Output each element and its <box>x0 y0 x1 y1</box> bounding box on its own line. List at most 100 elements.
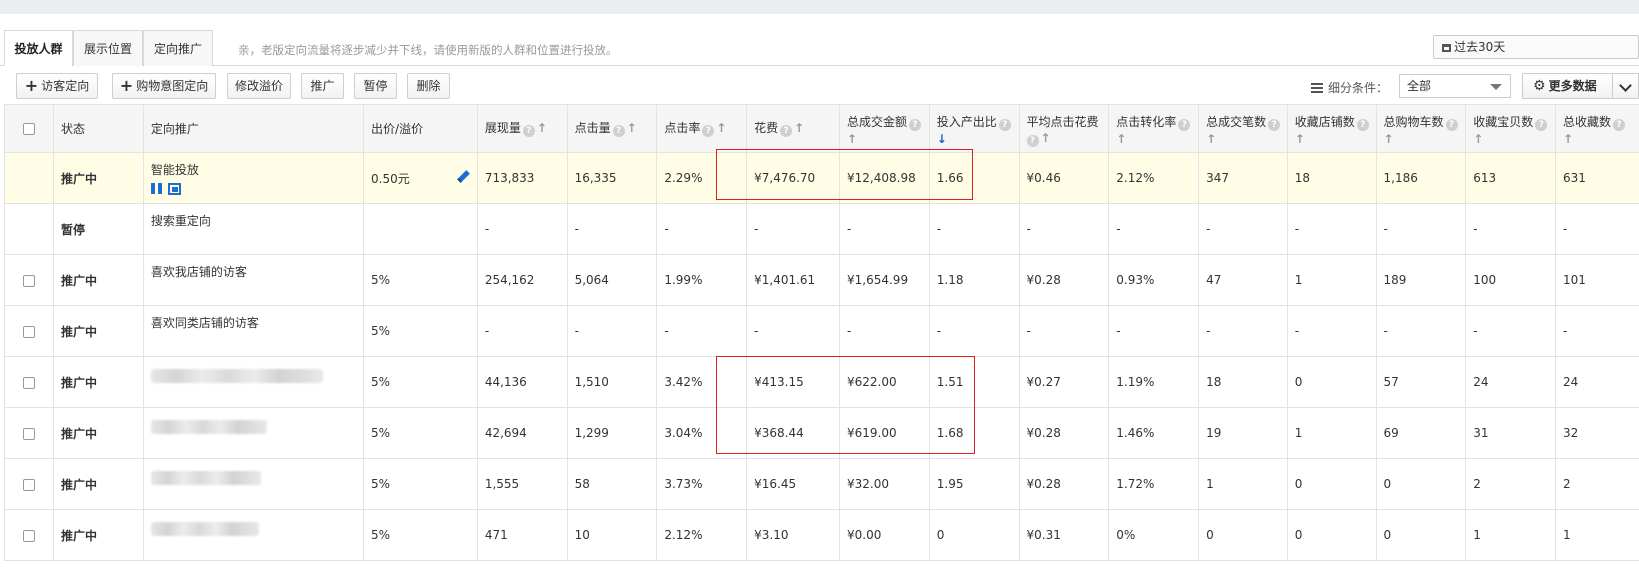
cell-roi: - <box>928 305 1020 357</box>
delete-button[interactable]: 删除 <box>407 73 450 99</box>
bid-cell[interactable]: 5% <box>363 509 478 561</box>
chevron-down-icon[interactable] <box>1612 74 1638 98</box>
status-badge[interactable]: 推广中 <box>53 509 144 561</box>
cell-ctr: 3.73% <box>656 458 748 510</box>
header-label: 点击量 <box>574 121 611 135</box>
col-header-roi[interactable]: 投入产出比? ↓ <box>928 104 1020 153</box>
help-icon[interactable]: ? <box>1268 119 1281 131</box>
more-data-button[interactable]: ⚙ 更多数据 <box>1522 73 1639 99</box>
tab-targeting[interactable]: 定向推广 <box>143 30 213 66</box>
status-badge[interactable]: 推广中 <box>53 407 144 459</box>
row-checkbox[interactable] <box>23 427 36 440</box>
promote-button[interactable]: 推广 <box>301 73 344 99</box>
bid-cell[interactable]: 5% <box>363 356 478 408</box>
col-header-orders[interactable]: 总成交笔数? ↑ <box>1198 104 1288 153</box>
sort-arrow-icon[interactable]: ↑ <box>1206 131 1216 147</box>
help-icon[interactable]: ? <box>702 125 715 137</box>
row-checkbox[interactable] <box>23 376 36 389</box>
table-row[interactable]: 暂停 搜索重定向 - - - - - - - - - - - - - <box>3 203 1639 255</box>
col-header-impressions[interactable]: 展现量? ↑ <box>476 104 568 153</box>
modify-premium-button[interactable]: 修改溢价 <box>227 73 291 99</box>
report-chart-icon[interactable] <box>167 182 181 195</box>
help-icon[interactable]: ? <box>1445 119 1458 131</box>
cell-ctr: 2.12% <box>656 509 748 561</box>
sort-arrow-icon[interactable]: ↑ <box>537 120 547 136</box>
status-badge[interactable]: 推广中 <box>53 254 144 306</box>
header-label: 点击转化率 <box>1116 115 1177 129</box>
col-header-gmv[interactable]: 总成交金额? ↑ <box>839 104 930 153</box>
help-icon[interactable]: ? <box>1535 119 1548 131</box>
row-checkbox[interactable] <box>23 274 36 287</box>
col-header-cart[interactable]: 总购物车数? ↑ <box>1375 104 1467 153</box>
bid-cell[interactable]: 5% <box>363 305 478 357</box>
bid-cell[interactable]: 0.50元 <box>363 152 478 204</box>
table-row[interactable]: 推广中 5% 1,555 58 3.73% ¥16.45 ¥32.00 1.95 ¥0.28 1.… <box>3 458 1639 510</box>
col-header-cost[interactable]: 花费? ↑ <box>746 104 840 153</box>
cell-roi: 1.51 <box>928 356 1020 408</box>
help-icon[interactable]: ? <box>1613 119 1626 131</box>
sort-arrow-icon[interactable]: ↑ <box>1116 131 1126 147</box>
edit-pencil-icon[interactable] <box>456 169 470 183</box>
help-icon[interactable]: ? <box>522 125 535 137</box>
cell-total-fav: - <box>1555 305 1639 357</box>
sort-arrow-down-icon[interactable]: ↓ <box>937 132 947 146</box>
bid-cell[interactable] <box>363 203 478 255</box>
sort-arrow-icon[interactable]: ↑ <box>716 120 726 136</box>
help-icon[interactable]: ? <box>1178 119 1191 131</box>
status-badge[interactable]: 推广中 <box>53 305 144 357</box>
help-icon[interactable]: ? <box>612 125 625 137</box>
table-row[interactable]: 推广中 5% 44,136 1,510 3.42% ¥413.15 ¥622.00 1.51 ¥… <box>3 356 1639 408</box>
button-label: 访客定向 <box>41 79 90 93</box>
tab-audience[interactable]: 投放人群 <box>4 30 73 67</box>
status-badge[interactable]: 暂停 <box>53 203 144 255</box>
tab-placement[interactable]: 展示位置 <box>73 30 143 66</box>
sort-arrow-icon[interactable]: ↑ <box>627 120 637 136</box>
col-header-cpc[interactable]: 平均点击花费? ↑ <box>1018 104 1110 153</box>
status-badge[interactable]: 推广中 <box>53 356 144 408</box>
col-header-cvr[interactable]: 点击转化率? ↑ <box>1108 104 1200 153</box>
sort-arrow-icon[interactable]: ↑ <box>1295 131 1305 147</box>
add-visitor-targeting-button[interactable]: + 访客定向 <box>16 73 98 99</box>
col-header-shop-fav[interactable]: 收藏店铺数? ↑ <box>1286 104 1377 153</box>
help-icon[interactable]: ? <box>998 119 1011 131</box>
select-all-checkbox[interactable] <box>23 123 36 135</box>
help-icon[interactable]: ? <box>1026 135 1039 147</box>
status-badge[interactable]: 推广中 <box>53 152 144 204</box>
table-row[interactable]: 推广中 5% 471 10 2.12% ¥3.10 ¥0.00 0 ¥0.31 0% 0 0 0 1 1 <box>3 509 1639 561</box>
sort-arrow-icon[interactable]: ↑ <box>1473 131 1483 147</box>
table-row[interactable]: 推广中 5% 42,694 1,299 3.04% ¥368.44 ¥619.00 1.68 ¥… <box>3 407 1639 459</box>
help-icon[interactable]: ? <box>1356 119 1369 131</box>
date-range-button[interactable]: 过去30天 <box>1433 35 1639 59</box>
cell-item-fav: - <box>1465 203 1557 255</box>
pause-icon[interactable] <box>150 183 163 194</box>
cell-cpc: ¥0.31 <box>1018 509 1110 561</box>
col-header-total-fav[interactable]: 总收藏数? ↑ <box>1555 104 1639 153</box>
sort-arrow-icon[interactable]: ↑ <box>1563 131 1573 147</box>
help-icon[interactable]: ? <box>909 119 922 131</box>
status-badge[interactable]: 推广中 <box>53 458 144 510</box>
targeting-name: 喜欢我店铺的访客 <box>150 265 247 279</box>
bid-cell[interactable]: 5% <box>363 458 478 510</box>
bid-cell[interactable]: 5% <box>363 407 478 459</box>
row-checkbox[interactable] <box>23 478 36 491</box>
add-shopping-intent-button[interactable]: + 购物意图定向 <box>112 73 216 99</box>
table-row[interactable]: 推广中 喜欢同类店铺的访客 5% - - - - - - - - - - - - - <box>3 305 1639 357</box>
table-row[interactable]: 推广中 智能投放 0.50元 713,833 16,335 2.29% ¥7,476.70 ¥… <box>3 152 1639 204</box>
sort-arrow-icon[interactable]: ↑ <box>794 120 804 136</box>
sort-arrow-icon[interactable]: ↑ <box>1384 131 1394 147</box>
cell-impressions: - <box>476 203 568 255</box>
bid-cell[interactable]: 5% <box>363 254 478 306</box>
col-header-clicks[interactable]: 点击量? ↑ <box>566 104 658 153</box>
table-row[interactable]: 推广中 喜欢我店铺的访客 5% 254,162 5,064 1.99% ¥1,401.61 ¥… <box>3 254 1639 306</box>
sort-arrow-icon[interactable]: ↑ <box>847 131 857 147</box>
help-icon[interactable]: ? <box>780 125 793 137</box>
row-checkbox[interactable] <box>23 529 36 542</box>
gear-icon: ⚙ <box>1533 78 1546 94</box>
cell-shop-fav: 1 <box>1286 407 1377 459</box>
pause-button[interactable]: 暂停 <box>354 73 397 99</box>
sort-arrow-icon[interactable]: ↑ <box>1041 130 1051 146</box>
col-header-item-fav[interactable]: 收藏宝贝数? ↑ <box>1465 104 1557 153</box>
col-header-ctr[interactable]: 点击率? ↑ <box>656 104 748 153</box>
row-checkbox[interactable] <box>23 325 36 338</box>
segment-select[interactable]: 全部 <box>1399 74 1511 98</box>
